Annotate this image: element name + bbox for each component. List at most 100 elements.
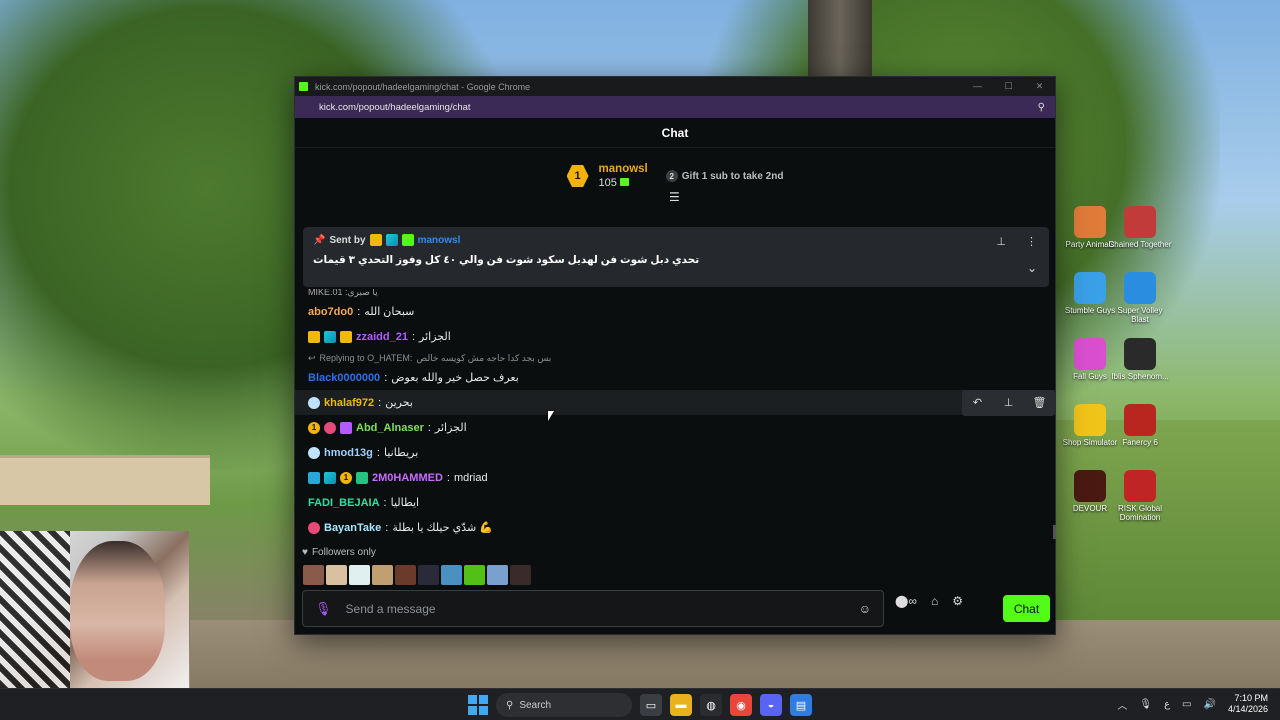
message-user[interactable]: hmod13g bbox=[324, 447, 373, 459]
chrome-icon[interactable]: ◉ bbox=[730, 694, 752, 716]
follower-avatar[interactable] bbox=[372, 565, 393, 585]
minimize-button[interactable]: — bbox=[962, 81, 993, 92]
pin-icon: 📌 bbox=[313, 234, 326, 246]
message-user[interactable]: abo7do0 bbox=[308, 306, 353, 318]
leaderboard-user[interactable]: manowsl bbox=[599, 163, 648, 176]
chat-message[interactable]: BayanTake: شدّي حيلك يا بطلة 💪 bbox=[308, 515, 1055, 540]
chat-message[interactable]: 1 Abd_Alnaser: الجزائر bbox=[308, 415, 1055, 440]
pinned-user[interactable]: manowsl bbox=[418, 235, 461, 246]
message-user[interactable]: Black0000000 bbox=[308, 372, 380, 384]
clock[interactable]: 7:10 PM 4/14/2026 bbox=[1228, 693, 1268, 715]
message-text: سبحان الله bbox=[364, 306, 415, 318]
message-user[interactable]: FADI_BEJAIA bbox=[308, 497, 380, 509]
file-explorer-icon[interactable]: ▬ bbox=[670, 694, 692, 716]
send-chat-button[interactable]: Chat bbox=[1003, 595, 1050, 622]
url-text[interactable]: kick.com/popout/hadeelgaming/chat bbox=[319, 102, 471, 113]
follower-avatar[interactable] bbox=[510, 565, 531, 585]
language-indicator[interactable]: ع bbox=[1164, 699, 1170, 710]
pin-message-icon[interactable]: ⊥ bbox=[993, 396, 1024, 409]
chat-messages[interactable]: MIKE.01 :يا صبري abo7do0: سبحان الله zzaid… bbox=[295, 289, 1055, 547]
network-icon[interactable]: ▭ bbox=[1182, 699, 1191, 710]
settings-icon[interactable]: ⚙ bbox=[952, 594, 963, 608]
follower-avatar[interactable] bbox=[418, 565, 439, 585]
chat-message[interactable]: FADI_BEJAIA: ايطاليا bbox=[308, 490, 1055, 515]
follower-avatar[interactable] bbox=[441, 565, 462, 585]
zoom-icon[interactable]: ⚲ bbox=[1038, 102, 1045, 113]
taskbar-search[interactable]: ⚲ Search bbox=[496, 693, 632, 717]
desktop-icon-label: Iblis Sphenom... bbox=[1111, 372, 1169, 381]
webcam-scarf bbox=[0, 531, 70, 688]
sub-badge-icon: 1 bbox=[340, 471, 352, 484]
app-icon bbox=[1074, 470, 1106, 502]
kick-points-icon[interactable]: ⬤∞ bbox=[895, 594, 917, 608]
chat-message[interactable]: khalaf972: بحرين ↶ ⊥ 🗑 bbox=[295, 389, 1055, 416]
follower-avatar[interactable] bbox=[326, 565, 347, 585]
emoji-icon[interactable]: ☺ bbox=[859, 602, 871, 616]
reply-text: بس بجد كدا حاجه مش كويسه خالص bbox=[416, 352, 552, 363]
chat-tools: ⬤∞ ⌂ ⚙ bbox=[895, 594, 963, 608]
expand-pinned-icon[interactable]: ⌄ bbox=[1027, 261, 1037, 275]
store-icon[interactable]: ⌂ bbox=[931, 594, 938, 608]
message-text: بحرين bbox=[385, 397, 413, 409]
chat-input[interactable] bbox=[345, 601, 845, 616]
chat-message[interactable]: zzaidd_21: الجزائر bbox=[308, 324, 1055, 349]
desktop-icon[interactable]: Chained Together bbox=[1108, 206, 1172, 249]
clipped-message: MIKE.01 :يا صبري bbox=[308, 289, 378, 297]
message-user[interactable]: zzaidd_21 bbox=[356, 331, 408, 343]
leaderboard-entry[interactable]: manowsl 105 bbox=[599, 163, 648, 190]
chat-message[interactable]: abo7do0: سبحان الله bbox=[308, 299, 1055, 324]
pinned-message: 📌 Sent by manowsl تحدي دبل شوت فن لهديل … bbox=[303, 227, 1049, 287]
message-colon: : bbox=[384, 371, 388, 384]
tray-mic-icon[interactable]: 🎙 bbox=[1139, 699, 1152, 710]
tray-chevron-icon[interactable]: ︿ bbox=[1117, 697, 1127, 712]
more-options-icon[interactable]: ⋮ bbox=[1026, 235, 1037, 248]
desktop-icon[interactable]: Super Volley Blast bbox=[1108, 272, 1172, 324]
message-user[interactable]: Abd_Alnaser bbox=[356, 422, 424, 434]
obs-icon[interactable]: ◍ bbox=[700, 694, 722, 716]
desktop-icon[interactable]: Iblis Sphenom... bbox=[1108, 338, 1172, 381]
address-bar[interactable]: kick.com/popout/hadeelgaming/chat ⚲ bbox=[295, 96, 1055, 118]
follower-avatar[interactable] bbox=[464, 565, 485, 585]
purple-badge-icon bbox=[340, 421, 352, 434]
chat-message[interactable]: 1 2M0HAMMED: mdriad bbox=[308, 465, 1055, 490]
reply-icon[interactable]: ↶ bbox=[962, 396, 993, 409]
notepad-icon[interactable]: ▤ bbox=[790, 694, 812, 716]
delete-icon[interactable]: 🗑 bbox=[1024, 396, 1055, 409]
follower-avatar[interactable] bbox=[487, 565, 508, 585]
volume-icon[interactable]: 🔊 bbox=[1204, 699, 1216, 710]
message-user[interactable]: 2M0HAMMED bbox=[372, 472, 443, 484]
follower-avatar[interactable] bbox=[349, 565, 370, 585]
desktop-icon[interactable]: Fanercy 6 bbox=[1108, 404, 1172, 447]
follower-avatar[interactable] bbox=[395, 565, 416, 585]
chat-message[interactable]: hmod13g: بريطانيا bbox=[308, 440, 1055, 465]
app-icon bbox=[1074, 272, 1106, 304]
desktop-icon[interactable]: RISK Global Domination bbox=[1108, 470, 1172, 522]
leaderboard-count: 105 bbox=[599, 176, 648, 190]
next-rank-badge: 2 bbox=[665, 170, 678, 182]
window-controls: — ☐ ✕ bbox=[962, 81, 1055, 92]
unpin-icon[interactable]: ⊥ bbox=[996, 235, 1006, 248]
message-user[interactable]: khalaf972 bbox=[324, 397, 374, 409]
close-button[interactable]: ✕ bbox=[1024, 81, 1055, 92]
taskbar-apps: ⚲ Search ▭ ▬ ◍ ◉ ◒ ▤ bbox=[468, 693, 812, 717]
discord-icon[interactable]: ◒ bbox=[760, 694, 782, 716]
chat-scrollbar[interactable] bbox=[1053, 525, 1056, 539]
vip-badge-icon bbox=[356, 471, 368, 484]
mouse-cursor bbox=[548, 411, 554, 421]
mic-icon[interactable]: 🎙 bbox=[315, 601, 332, 617]
message-user[interactable]: BayanTake bbox=[324, 522, 381, 534]
emote-row bbox=[303, 565, 531, 585]
chat-input-bar: 🎙 ☺ bbox=[302, 590, 884, 627]
task-view-icon[interactable]: ▭ bbox=[640, 694, 662, 716]
system-tray: ︿ 🎙 ع ▭ 🔊 7:10 PM 4/14/2026 bbox=[1117, 693, 1268, 715]
follower-avatar[interactable] bbox=[303, 565, 324, 585]
chat-message[interactable]: Black0000000: بعرف حصل خير والله بعوض bbox=[308, 365, 1055, 390]
reply-context[interactable]: ↩ Replying to O_HATEM: بس بجد كدا حاجه مش … bbox=[308, 351, 1055, 365]
collapse-leaderboard-icon[interactable]: ☰ bbox=[669, 190, 680, 204]
message-text: الجزائر bbox=[419, 331, 451, 343]
maximize-button[interactable]: ☐ bbox=[993, 81, 1024, 92]
app-icon bbox=[1124, 470, 1156, 502]
start-button[interactable] bbox=[468, 695, 488, 715]
og-badge-icon bbox=[324, 471, 336, 484]
app-icon bbox=[1074, 338, 1106, 370]
